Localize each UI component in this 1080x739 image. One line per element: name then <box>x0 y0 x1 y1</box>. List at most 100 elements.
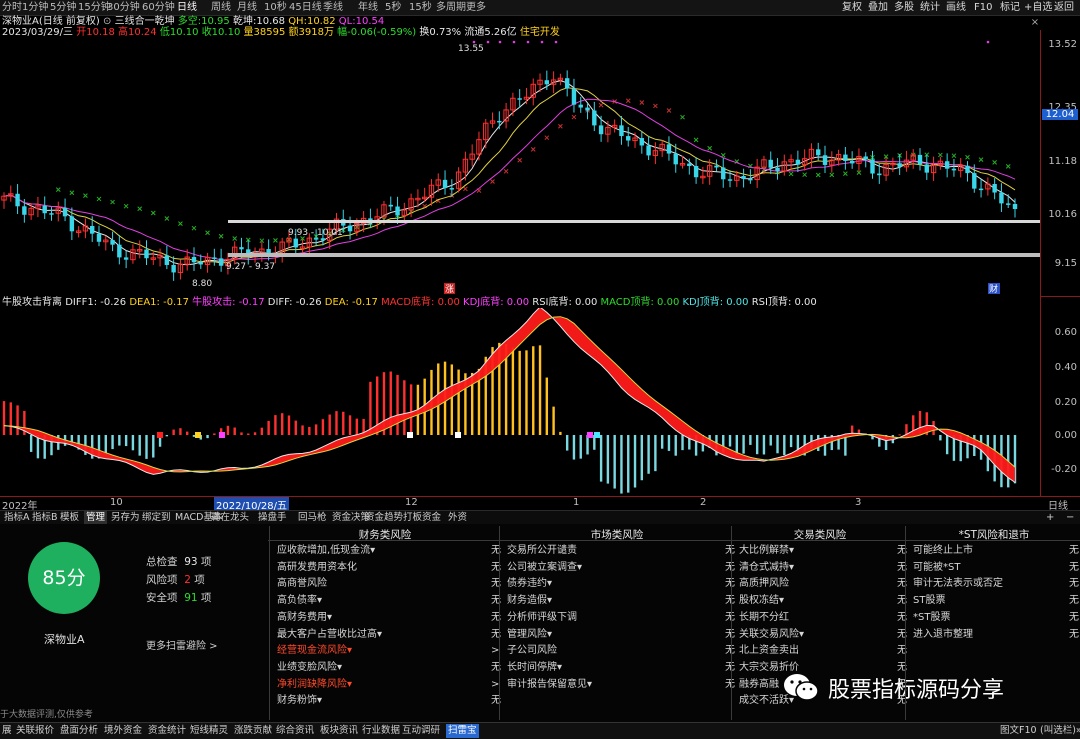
sar-marker <box>69 190 75 196</box>
risk-item[interactable]: 业绩变脸风险▾ 无 <box>277 660 501 675</box>
risk-item[interactable]: 高负债率▾ 无 <box>277 593 501 608</box>
risk-item[interactable]: 北上资金卖出无 <box>739 643 907 658</box>
indicator-name[interactable]: 三线合一乾坤 <box>115 16 175 27</box>
risk-item[interactable]: 子公司风险 无 <box>507 643 735 658</box>
more-risk-link[interactable]: 更多扫雷避险 > <box>146 637 218 652</box>
bottom-tab[interactable]: 板块资讯 <box>320 724 358 738</box>
period-tab[interactable]: 60分钟 <box>142 1 175 14</box>
close-icon[interactable]: × <box>1028 17 1042 29</box>
toolbar-button[interactable]: 统计 <box>920 1 940 14</box>
indicator-tab[interactable]: 操盘手 <box>256 511 289 524</box>
toolbar-button[interactable]: 返回 <box>1054 1 1074 14</box>
sub-indicator-name[interactable]: 牛股攻击背离 <box>2 297 62 308</box>
risk-item[interactable]: 大宗交易折价无 <box>739 660 907 675</box>
indicator-tab[interactable]: 外资 <box>446 511 469 524</box>
period-tab[interactable]: 5分钟 <box>50 1 76 14</box>
risk-item[interactable]: *ST股票 无 <box>913 610 1079 625</box>
risk-item[interactable]: 公司被立案调查▾ 无 <box>507 560 735 575</box>
period-tab[interactable]: 1分钟 <box>22 1 48 14</box>
risk-item[interactable]: 审计无法表示或否定 无 <box>913 576 1079 591</box>
indicator-tab[interactable]: 资金趋势 <box>363 511 405 524</box>
bottom-tab[interactable]: 行业数据 <box>362 724 400 738</box>
risk-item[interactable]: 大比例解禁▾ 无 <box>739 543 907 558</box>
risk-item[interactable]: 应收款增加,低现金流▾ 无 <box>277 543 501 558</box>
indicator-tab[interactable]: 绑定到 <box>140 511 173 524</box>
bottom-tab[interactable]: 境外资金 <box>104 724 142 738</box>
bottom-tab[interactable]: 展 <box>2 724 12 738</box>
histogram-bar <box>532 346 535 435</box>
period-tab[interactable]: 5秒 <box>385 1 401 14</box>
risk-item[interactable]: 管理风险▾ 无 <box>507 627 735 642</box>
bottom-tab[interactable]: 盘面分析 <box>60 724 98 738</box>
bottom-tab[interactable]: 扫雷宝 <box>446 724 479 738</box>
indicator-tab[interactable]: 打板资金 <box>401 511 443 524</box>
bottom-tab[interactable]: 关联报价 <box>16 724 54 738</box>
risk-item[interactable]: 关联交易风险▾ 无 <box>739 627 907 642</box>
bottom-tab[interactable]: 涨跌贡献 <box>234 724 272 738</box>
risk-item[interactable]: 进入退市整理 无 <box>913 627 1079 642</box>
risk-item[interactable]: 融券高融无 <box>739 677 907 692</box>
toggle-bar-button[interactable]: (叫选栏)» <box>1040 724 1080 738</box>
risk-item[interactable]: 可能被*ST 无 <box>913 560 1079 575</box>
risk-item[interactable]: 长时间停牌▾ 无 <box>507 660 735 675</box>
period-tab[interactable]: 更多 <box>466 1 486 14</box>
period-tab[interactable]: 季线 <box>323 1 343 14</box>
risk-item[interactable]: 高商誉风险无 <box>277 576 501 591</box>
bottom-tab[interactable]: 综合资讯 <box>276 724 314 738</box>
toolbar-button[interactable]: F10 <box>974 1 992 14</box>
period-tab[interactable]: 分时 <box>2 1 22 14</box>
risk-item[interactable]: 分析师评级下调 无 <box>507 610 735 625</box>
candle-body <box>924 164 929 173</box>
period-tab[interactable]: 年线 <box>358 1 378 14</box>
risk-item[interactable]: 清仓式减持▾ 无 <box>739 560 907 575</box>
risk-item[interactable]: 财务造假▾ 无 <box>507 593 735 608</box>
risk-item[interactable]: ST股票 无 <box>913 593 1079 608</box>
indicator-tab[interactable]: 霸在龙头 <box>209 511 251 524</box>
risk-item[interactable]: 财务粉饰▾ 无 <box>277 693 501 708</box>
risk-item[interactable]: 经营现金流风险▾ > <box>277 643 499 658</box>
toolbar-button[interactable]: 叠加 <box>868 1 888 14</box>
toolbar-button[interactable]: 多股 <box>894 1 914 14</box>
indicator-tab[interactable]: 回马枪 <box>296 511 329 524</box>
risk-item[interactable]: 可能终止上市 无 <box>913 543 1079 558</box>
indicator-tab[interactable]: 指标B <box>30 511 60 524</box>
indicator-tab[interactable]: 指标A <box>2 511 32 524</box>
period-tab[interactable]: 15秒 <box>409 1 432 14</box>
indicator-tab[interactable]: 另存为 <box>109 511 142 524</box>
indicator-tab[interactable]: 管理 <box>84 511 108 524</box>
candlestick-chart[interactable]: 13.55 8.80 9.93 - 10.01 9.27 - 9.37 涨 财 <box>0 37 1040 295</box>
risk-item[interactable]: 净利润缺降风险▾ > <box>277 677 499 692</box>
period-tab[interactable]: 周线 <box>211 1 231 14</box>
f10-button[interactable]: 图文F10 <box>1000 724 1037 738</box>
toolbar-button[interactable]: 复权 <box>842 1 862 14</box>
period-tab[interactable]: 45日线 <box>289 1 322 14</box>
period-tab[interactable]: 多周期 <box>436 1 466 14</box>
zoom-in-icon[interactable]: + <box>1046 511 1054 524</box>
bottom-tab[interactable]: 互动调研 <box>402 724 440 738</box>
toolbar-button[interactable]: 标记 <box>1000 1 1020 14</box>
toolbar-button[interactable]: 画线 <box>946 1 966 14</box>
risk-item[interactable]: 交易所公开谴责 无 <box>507 543 735 558</box>
period-tab[interactable]: 30分钟 <box>107 1 140 14</box>
period-tab[interactable]: 日线 <box>177 1 197 14</box>
risk-item[interactable]: 成交不活跃▾ 无 <box>739 693 907 708</box>
risk-item-value: 无 <box>1069 578 1079 590</box>
risk-item[interactable]: 高质押风险无 <box>739 576 907 591</box>
risk-item[interactable]: 股权冻结▾ 无 <box>739 593 907 608</box>
risk-item[interactable]: 最大客户占营收比过高▾ 无 <box>277 627 501 642</box>
risk-item[interactable]: 高财务费用▾ 无 <box>277 610 501 625</box>
risk-item[interactable]: 长期不分红无 <box>739 610 907 625</box>
zoom-out-icon[interactable]: − <box>1066 511 1074 524</box>
bottom-tab[interactable]: 短线精灵 <box>190 724 228 738</box>
period-tab[interactable]: 15分钟 <box>78 1 111 14</box>
candle-body <box>1006 203 1011 205</box>
indicator-tab[interactable]: 模板 <box>58 511 81 524</box>
period-tab[interactable]: 月线 <box>237 1 257 14</box>
toolbar-button[interactable]: +自选 <box>1024 1 1052 14</box>
risk-item[interactable]: 高研发费用资本化无 <box>277 560 501 575</box>
period-tab[interactable]: 10秒 <box>264 1 287 14</box>
risk-item[interactable]: 债券违约▾ 无 <box>507 576 735 591</box>
indicator-chart[interactable] <box>0 308 1040 496</box>
bottom-tab[interactable]: 资金统计 <box>148 724 186 738</box>
risk-item[interactable]: 审计报告保留意见▾ 无 <box>507 677 735 692</box>
